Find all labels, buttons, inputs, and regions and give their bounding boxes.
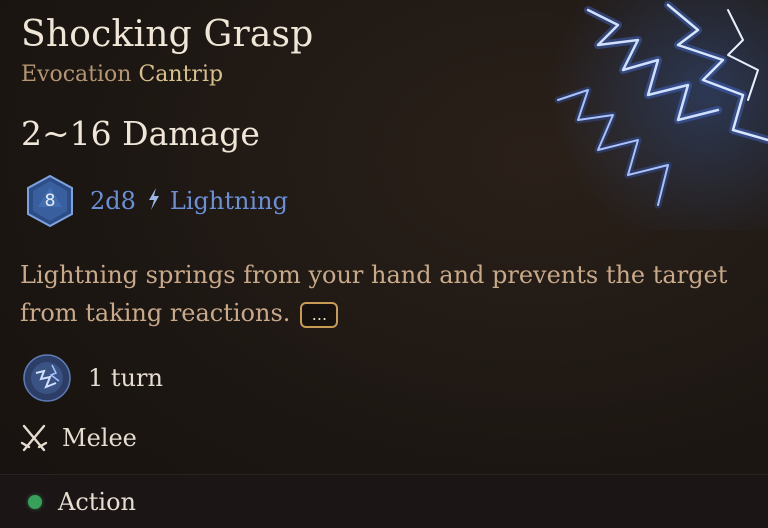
melee-swords-icon: [20, 424, 48, 452]
damage-range: 2~16 Damage: [21, 114, 260, 153]
lightning-art-icon: [554, 1, 768, 209]
damage-roll: 2d8: [90, 187, 136, 215]
dice-face-number: 8: [44, 191, 56, 211]
action-cost-text: Action: [58, 487, 136, 516]
spell-art-lightning: [528, 0, 768, 230]
turn-icon: [23, 354, 71, 402]
damage-dice-row: 8 2d8 Lightning: [22, 172, 288, 230]
damage-type: Lightning: [169, 187, 288, 215]
spell-subtitle: Evocation Cantrip: [21, 62, 223, 87]
range-text: Melee: [62, 424, 137, 452]
duration-text: 1 turn: [88, 364, 163, 392]
spell-description: Lightning springs from your hand and pre…: [20, 256, 740, 332]
action-dot-icon: [28, 494, 42, 509]
spell-school: Evocation: [21, 62, 132, 87]
spell-title: Shocking Grasp: [21, 14, 314, 55]
lightning-bolt-icon: [146, 187, 162, 216]
d8-dice-icon: 8: [22, 173, 78, 229]
cost-footer: Action: [0, 474, 768, 528]
more-info-button[interactable]: ...: [300, 301, 339, 328]
spell-level: Cantrip: [138, 62, 224, 87]
range-row: Melee: [20, 420, 137, 456]
duration-row: 1 turn: [22, 353, 163, 403]
description-text: Lightning springs from your hand and pre…: [20, 261, 728, 327]
